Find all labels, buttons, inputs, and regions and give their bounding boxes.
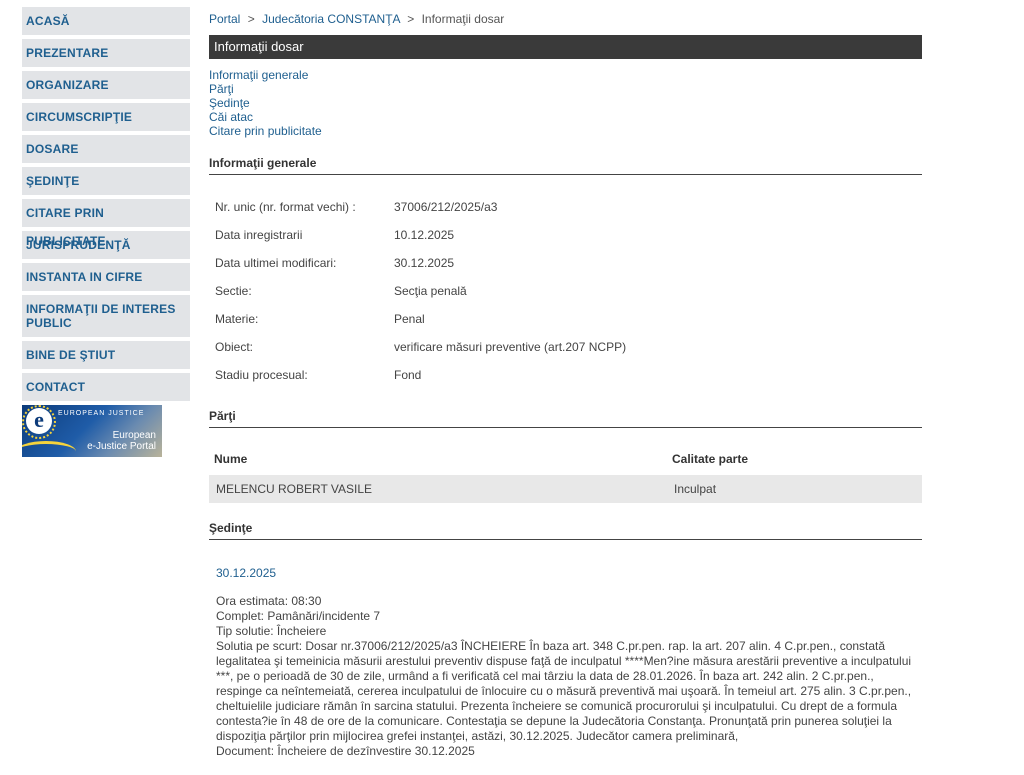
info-key: Materie: — [215, 312, 259, 326]
nav-bine-de-stiut[interactable]: BINE DE ŞTIUT — [22, 341, 190, 369]
nav-sedinte[interactable]: ŞEDINŢE — [22, 167, 190, 195]
info-key: Data inregistrarii — [215, 228, 303, 242]
anchor-sedinte[interactable]: Şedinţe — [209, 96, 322, 110]
nav-citare-prin-publicitate[interactable]: CITARE PRIN PUBLICITATE — [22, 199, 190, 248]
info-row: Sectie: Secţia penală — [215, 284, 626, 312]
nav-dosare[interactable]: DOSARE — [22, 135, 190, 163]
breadcrumb-separator: > — [407, 12, 415, 26]
info-row: Data ultimei modificari: 30.12.2025 — [215, 256, 626, 284]
general-info-table: Nr. unic (nr. format vechi) : 37006/212/… — [215, 200, 626, 396]
info-key: Nr. unic (nr. format vechi) : — [215, 200, 356, 214]
column-header-calitate: Calitate parte — [672, 452, 749, 466]
session-ora: Ora estimata: 08:30 — [216, 594, 322, 608]
nav-organizare[interactable]: ORGANIZARE — [22, 71, 190, 99]
table-row: MELENCU ROBERT VASILE Inculpat — [209, 475, 922, 503]
info-row: Stadiu procesual: Fond — [215, 368, 626, 396]
info-value: 30.12.2025 — [394, 256, 455, 270]
info-key: Stadiu procesual: — [215, 368, 308, 382]
section-heading-sedinte: Şedinţe — [209, 521, 922, 540]
info-row: Nr. unic (nr. format vechi) : 37006/212/… — [215, 200, 626, 228]
sidebar-nav: ACASĂ PREZENTARE ORGANIZARE CIRCUMSCRIPŢ… — [22, 7, 190, 457]
nav-circumscriptie[interactable]: CIRCUMSCRIPŢIE — [22, 103, 190, 131]
page-title: Informaţii dosar — [209, 35, 922, 59]
info-value: 37006/212/2025/a3 — [394, 200, 498, 214]
session-tip-solutie: Tip solutie: Încheiere — [216, 624, 327, 638]
breadcrumb-portal-link[interactable]: Portal — [209, 12, 240, 26]
nav-contact[interactable]: CONTACT — [22, 373, 190, 401]
info-value: Penal — [394, 312, 425, 326]
info-value: Secţia penală — [394, 284, 467, 298]
session-document: Document: Încheiere de dezînvestire 30.1… — [216, 744, 475, 758]
nav-instanta-in-cifre[interactable]: INSTANTA IN CIFRE — [22, 263, 190, 291]
ejustice-portal-banner[interactable]: e EUROPEAN JUSTICE European e-Justice Po… — [22, 405, 162, 457]
ejustice-logo-icon: e — [26, 408, 52, 434]
session-complet: Complet: Pamânări/incidente 7 — [216, 609, 381, 623]
party-role: Inculpat — [674, 482, 717, 496]
section-heading-general: Informaţii generale — [209, 156, 922, 175]
info-row: Obiect: verificare măsuri preventive (ar… — [215, 340, 626, 368]
info-value: Fond — [394, 368, 422, 382]
info-key: Sectie: — [215, 284, 252, 298]
breadcrumb-current: Informaţii dosar — [421, 12, 505, 26]
breadcrumb-court-link[interactable]: Judecătoria CONSTANŢA — [262, 12, 400, 26]
party-name: MELENCU ROBERT VASILE — [216, 482, 373, 496]
swoosh-decoration — [22, 441, 76, 457]
info-row: Data inregistrarii 10.12.2025 — [215, 228, 626, 256]
anchor-informatii-generale[interactable]: Informaţii generale — [209, 68, 322, 82]
ejustice-small-text: EUROPEAN JUSTICE — [58, 410, 145, 417]
ejustice-caption: European e-Justice Portal — [87, 430, 156, 452]
anchor-parti[interactable]: Părţi — [209, 82, 322, 96]
info-value: verificare măsuri preventive (art.207 NC… — [394, 340, 627, 354]
nav-acasa[interactable]: ACASĂ — [22, 7, 190, 35]
column-header-nume: Nume — [214, 452, 248, 466]
breadcrumb: Portal > Judecătoria CONSTANŢA > Informa… — [209, 12, 504, 26]
nav-informatii-interes-public[interactable]: INFORMAŢII DE INTERES PUBLIC — [22, 295, 190, 337]
session-date: 30.12.2025 — [216, 566, 277, 580]
breadcrumb-separator: > — [247, 12, 255, 26]
anchor-cai-atac[interactable]: Căi atac — [209, 110, 322, 124]
session-solutie: Solutia pe scurt: Dosar nr.37006/212/202… — [216, 639, 912, 743]
info-key: Obiect: — [215, 340, 254, 354]
session-details: Ora estimata: 08:30 Complet: Pamânări/in… — [216, 594, 916, 759]
ejustice-caption-line2: e-Justice Portal — [87, 441, 156, 452]
info-key: Data ultimei modificari: — [215, 256, 337, 270]
parties-table-header: Nume Calitate parte — [214, 452, 914, 466]
info-row: Materie: Penal — [215, 312, 626, 340]
section-heading-parti: Părţi — [209, 409, 922, 428]
nav-prezentare[interactable]: PREZENTARE — [22, 39, 190, 67]
ejustice-caption-line1: European — [112, 430, 156, 441]
anchor-citare-prin-publicitate[interactable]: Citare prin publicitate — [209, 124, 322, 138]
nav-jurisprudenta[interactable]: JURISPRUDENŢĂ — [22, 231, 190, 259]
info-value: 10.12.2025 — [394, 228, 455, 242]
section-anchor-links: Informaţii generale Părţi Şedinţe Căi at… — [209, 68, 322, 138]
